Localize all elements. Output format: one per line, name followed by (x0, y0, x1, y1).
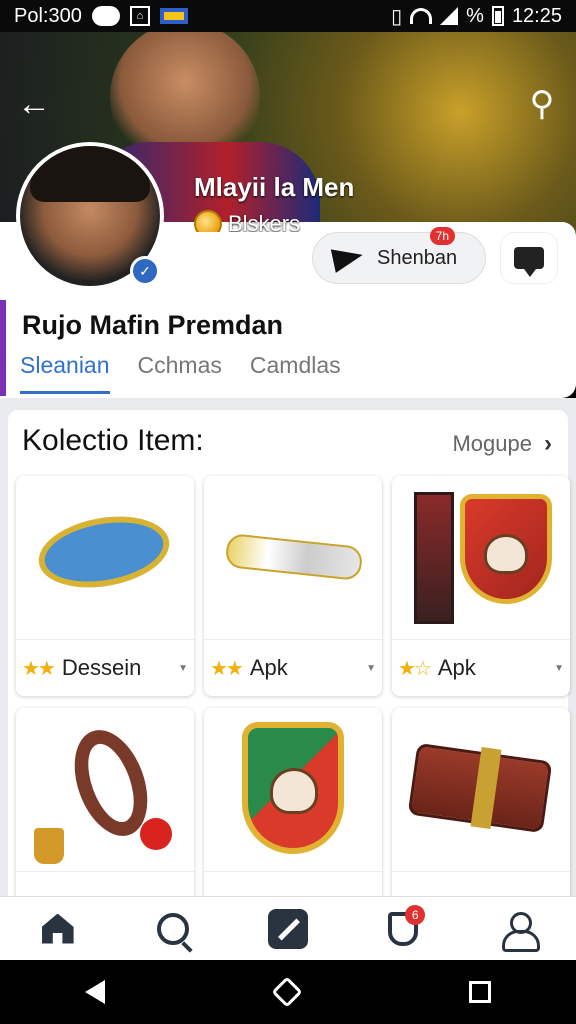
item-label: Dessein (61, 655, 142, 680)
coin-icon (194, 210, 222, 232)
system-recents-icon[interactable] (468, 981, 491, 1003)
chevron-right-icon: › (544, 430, 552, 457)
star-rating: ★☆ (398, 657, 432, 680)
tab-cchmas[interactable]: Cchmas (138, 352, 222, 394)
disc-item-icon (33, 507, 175, 597)
dropdown-caret-icon[interactable]: ▼ (366, 663, 376, 674)
item-label: Apk (437, 655, 476, 680)
ball-item-icon (140, 818, 172, 850)
item-footer (204, 872, 382, 896)
share-button-label: Shenban (377, 246, 458, 269)
item-image (392, 476, 570, 640)
scroll-item-icon (224, 532, 364, 582)
search-icon[interactable]: ⚲ (522, 84, 562, 124)
star-rating: ★★ (22, 657, 56, 680)
signal-icon (440, 7, 459, 25)
item-image (204, 476, 382, 640)
collection-item[interactable] (204, 708, 382, 896)
profile-name: Rujo Mafin Premdan (22, 310, 284, 340)
status-bar: Pol:300 ⌂ ▯ % 12:25 (0, 0, 576, 32)
flag-icon (159, 8, 188, 24)
collection-title: Kolectio Item: (22, 424, 204, 457)
system-navigation-bar (0, 960, 576, 1024)
item-image (392, 708, 570, 872)
message-icon (514, 247, 544, 277)
item-footer (16, 872, 194, 896)
collection-item[interactable]: ★☆ Apk ▼ (392, 476, 570, 696)
nav-search[interactable] (145, 901, 201, 957)
collection-panel: Kolectio Item: Mogupe › ★★ Dessein ▼ ★★ … (8, 410, 570, 896)
item-footer (392, 872, 570, 896)
accent-bar (0, 300, 6, 396)
home-icon (41, 913, 74, 944)
content-area: Kolectio Item: Mogupe › ★★ Dessein ▼ ★★ … (0, 398, 576, 896)
hero-subtitle-text: Blskers (228, 211, 301, 232)
item-image (16, 708, 194, 872)
profile-tabs: Sleanian Cchmas Camdlas (20, 352, 341, 394)
search-icon (156, 912, 189, 945)
battery-icon (491, 6, 504, 26)
star-rating: ★★ (210, 657, 244, 680)
system-home-icon[interactable] (271, 976, 303, 1008)
item-footer: ★★ Apk ▼ (204, 640, 382, 696)
item-label: Apk (249, 655, 288, 680)
item-footer: ★★ Dessein ▼ (16, 640, 194, 696)
see-more-label: Mogupe (452, 431, 532, 456)
send-icon (330, 243, 366, 273)
notification-pill-icon (91, 6, 120, 26)
nav-profile[interactable] (490, 901, 546, 957)
pen-icon (267, 908, 308, 949)
dog-face-icon (270, 768, 318, 814)
hero-subtitle: Blskers (194, 210, 300, 232)
system-back-icon[interactable] (85, 980, 106, 1004)
collection-grid: ★★ Dessein ▼ ★★ Apk ▼ ★☆ Apk ▼ (16, 476, 570, 896)
hero-title: Mlayii la Men (194, 172, 355, 202)
back-arrow-icon[interactable]: ← (14, 84, 54, 124)
nav-create[interactable] (260, 901, 316, 957)
notification-box-icon: ⌂ (129, 6, 150, 26)
collection-item[interactable] (392, 708, 570, 896)
tab-sleanian[interactable]: Sleanian (20, 352, 110, 394)
battery-text: % (466, 4, 484, 27)
wifi-icon (410, 8, 433, 24)
collection-item[interactable] (16, 708, 194, 896)
user-icon (502, 911, 541, 952)
nav-bookmarks[interactable]: 6 (375, 901, 431, 957)
share-badge: 7h (429, 227, 455, 245)
clock: 12:25 (511, 4, 562, 27)
bottom-navigation: 6 (0, 896, 576, 960)
item-image (204, 708, 382, 872)
notification-badge: 6 (405, 904, 426, 925)
see-more-link[interactable]: Mogupe › (452, 430, 552, 458)
vibrate-icon: ▯ (391, 5, 403, 28)
message-button[interactable] (500, 232, 558, 284)
nav-home[interactable] (30, 901, 86, 957)
carrier-text: Pol:300 (14, 4, 82, 27)
collection-item[interactable]: ★★ Dessein ▼ (16, 476, 194, 696)
verified-badge-icon: ✓ (130, 256, 160, 286)
totem-item-icon (414, 492, 454, 624)
dropdown-caret-icon[interactable]: ▼ (178, 663, 188, 674)
item-footer: ★☆ Apk ▼ (392, 640, 570, 696)
dropdown-caret-icon[interactable]: ▼ (554, 663, 564, 674)
dog-face-icon (484, 534, 528, 574)
share-button[interactable]: Shenban 7h (312, 227, 486, 284)
collection-item[interactable]: ★★ Apk ▼ (204, 476, 382, 696)
trophy-item-icon (34, 828, 64, 864)
tab-camdlas[interactable]: Camdlas (250, 352, 341, 394)
item-image (16, 476, 194, 640)
